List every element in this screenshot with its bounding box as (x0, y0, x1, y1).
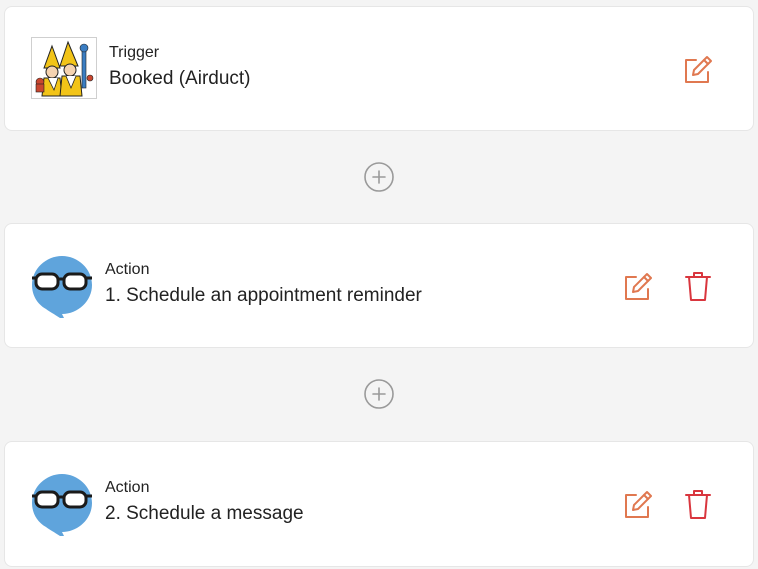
trigger-title: Booked (Airduct) (109, 68, 251, 89)
action-card: Action 2. Schedule a message (4, 441, 754, 567)
trigger-heading: Trigger (109, 44, 160, 61)
action-heading: Action (105, 261, 150, 278)
add-step-button[interactable] (363, 161, 395, 193)
trigger-edit-icon[interactable] (681, 53, 715, 87)
action-delete-icon[interactable] (681, 269, 715, 303)
action-title: 2. Schedule a message (105, 503, 304, 524)
action-title: 1. Schedule an appointment reminder (105, 285, 422, 306)
add-step-button[interactable] (363, 378, 395, 410)
action-heading: Action (105, 479, 150, 496)
action-edit-icon[interactable] (621, 488, 655, 522)
assistant-avatar-icon (30, 472, 94, 536)
trigger-card: Trigger Booked (Airduct) (4, 6, 754, 131)
action-card: Action 1. Schedule an appointment remind… (4, 223, 754, 348)
assistant-avatar-icon (30, 254, 94, 318)
action-delete-icon[interactable] (681, 487, 715, 521)
trigger-logo-image (31, 37, 97, 99)
action-edit-icon[interactable] (621, 270, 655, 304)
